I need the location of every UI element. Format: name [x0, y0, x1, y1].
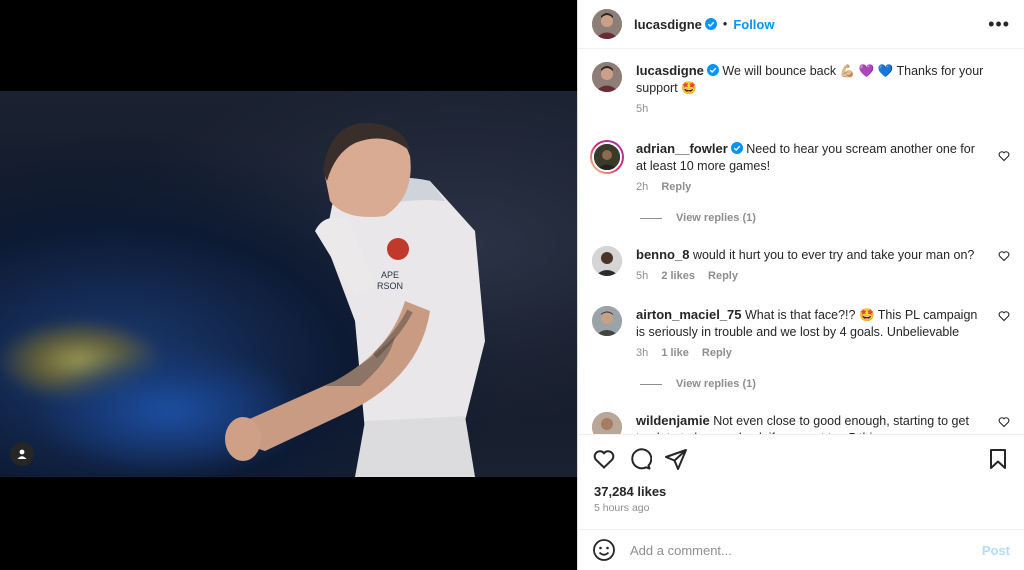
avatar[interactable] — [592, 412, 622, 434]
post-side-panel: lucasdigne • Follow ••• lucasdigne We wi… — [577, 0, 1024, 570]
svg-text:APE: APE — [381, 270, 399, 280]
comment-username[interactable]: adrian__fowler — [636, 141, 728, 156]
account-icon[interactable] — [10, 442, 34, 466]
comment-item: wildenjamie Not even close to good enoug… — [592, 412, 1010, 434]
reply-button[interactable]: Reply — [708, 270, 738, 282]
avatar[interactable] — [590, 140, 624, 174]
comment-icon[interactable] — [628, 447, 652, 471]
heart-icon[interactable] — [592, 447, 616, 471]
avatar[interactable] — [592, 306, 622, 336]
heart-icon[interactable] — [998, 150, 1010, 162]
view-replies-label[interactable]: View replies (1) — [676, 378, 756, 390]
comments-list[interactable]: lucasdigne We will bounce back 💪🏼 💜 💙 Th… — [578, 49, 1024, 434]
svg-text:RSON: RSON — [377, 281, 403, 291]
post-dialog: APE RSON lucasdigne • Follow ••• lucasdi… — [0, 0, 1024, 570]
more-icon[interactable]: ••• — [988, 14, 1010, 35]
comment-item: benno_8 would it hurt you to ever try an… — [592, 246, 1010, 285]
comment-username[interactable]: benno_8 — [636, 247, 689, 262]
post-header: lucasdigne • Follow ••• — [578, 0, 1024, 49]
comment-input[interactable] — [630, 542, 982, 558]
author-username[interactable]: lucasdigne — [634, 17, 702, 32]
comment-username[interactable]: wildenjamie — [636, 413, 710, 428]
heart-icon[interactable] — [998, 250, 1010, 262]
avatar[interactable] — [592, 9, 622, 39]
separator: • — [722, 17, 728, 31]
divider — [640, 383, 662, 385]
verified-icon — [704, 18, 717, 30]
post-button[interactable]: Post — [982, 543, 1010, 558]
action-bar — [578, 434, 1024, 482]
avatar[interactable] — [592, 246, 622, 276]
verified-icon — [706, 64, 719, 76]
comment-item: adrian__fowler Need to hear you scream a… — [590, 140, 1010, 196]
comment-username[interactable]: airton_maciel_75 — [636, 307, 742, 322]
like-count[interactable]: 37,284 likes — [594, 484, 666, 499]
emoji-icon[interactable] — [592, 538, 616, 562]
follow-button[interactable]: Follow — [733, 17, 774, 32]
caption: lucasdigne We will bounce back 💪🏼 💜 💙 Th… — [592, 62, 1010, 118]
share-icon[interactable] — [664, 447, 688, 471]
verified-icon — [730, 142, 743, 154]
save-icon[interactable] — [986, 447, 1010, 471]
comment-text: would it hurt you to ever try and take y… — [692, 248, 975, 262]
player-figure: APE RSON — [225, 122, 485, 477]
post-timestamp[interactable]: 5 hours ago — [594, 502, 649, 514]
avatar[interactable] — [592, 62, 622, 92]
post-photo[interactable]: APE RSON — [0, 91, 577, 477]
heart-icon[interactable] — [998, 416, 1010, 428]
comment-likes[interactable]: 1 like — [661, 347, 689, 359]
post-media[interactable]: APE RSON — [0, 0, 577, 570]
comment-time[interactable]: 3h — [636, 347, 648, 359]
heart-icon[interactable] — [998, 310, 1010, 322]
comment-likes[interactable]: 2 likes — [661, 270, 695, 282]
comment-time[interactable]: 2h — [636, 181, 648, 193]
view-replies-button[interactable]: View replies (1) — [640, 378, 1010, 390]
add-comment-bar: Post — [578, 529, 1024, 570]
caption-username[interactable]: lucasdigne — [636, 63, 704, 78]
divider — [640, 217, 662, 219]
caption-time[interactable]: 5h — [636, 103, 648, 115]
comment-item: airton_maciel_75 What is that face?!? 🤩 … — [592, 306, 1010, 362]
comment-time[interactable]: 5h — [636, 270, 648, 282]
reply-button[interactable]: Reply — [702, 347, 732, 359]
view-replies-label[interactable]: View replies (1) — [676, 212, 756, 224]
view-replies-button[interactable]: View replies (1) — [640, 212, 1010, 224]
reply-button[interactable]: Reply — [661, 181, 691, 193]
